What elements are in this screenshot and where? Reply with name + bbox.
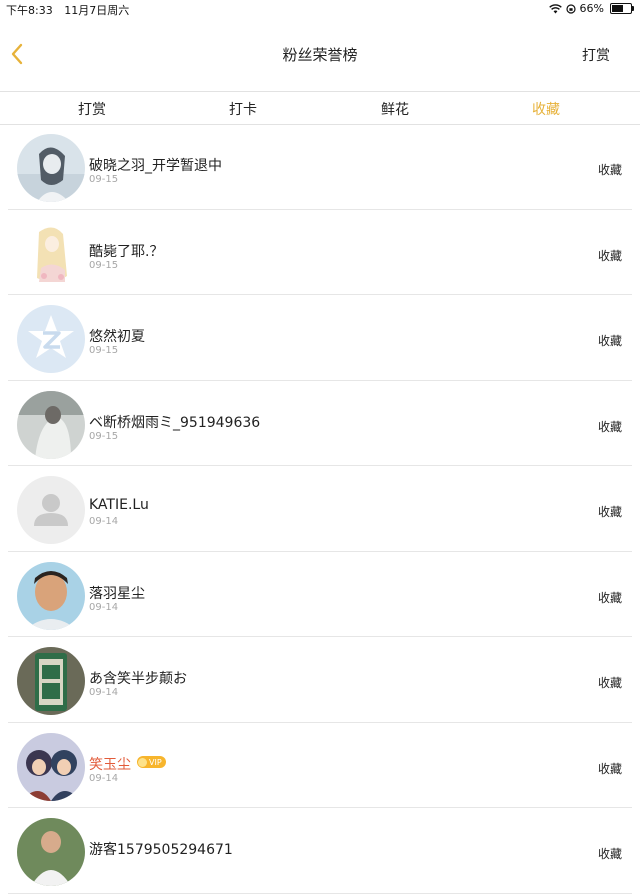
- fan-name: 落羽星尘: [89, 585, 145, 602]
- favorite-label: 收藏: [597, 505, 622, 519]
- fan-list: 破晓之羽_开学暂退中 09-15 收藏 酷毙了耶.？ 09-15 收藏 悠然初夏…: [0, 124, 640, 894]
- fan-row[interactable]: 酷毙了耶.？ 09-15 收藏: [8, 210, 632, 295]
- status-bar: 下午8:33 11月7日周六 66%: [0, 0, 640, 18]
- favorite-label: 收藏: [597, 248, 622, 263]
- fan-name-text: 笑玉尘: [89, 756, 131, 773]
- avatar: [17, 390, 85, 459]
- fan-row[interactable]: 笑玉尘 VIP 09-14 收藏: [8, 723, 632, 808]
- fan-row[interactable]: 游客1579505294671 收藏: [8, 808, 632, 894]
- fan-name: KATIE.Lu: [89, 497, 149, 513]
- page-title: 粉丝荣誉榜: [282, 46, 358, 64]
- fan-row[interactable]: 悠然初夏 09-15 收藏: [8, 295, 632, 381]
- favorite-label: 收藏: [597, 334, 622, 348]
- status-date: 11月7日周六: [64, 4, 130, 17]
- tab-reward[interactable]: 打赏: [78, 99, 106, 119]
- fan-name: 笑玉尘 VIP: [89, 754, 166, 774]
- tab-favorites[interactable]: 收藏: [532, 99, 560, 119]
- fan-name: 酷毙了耶.？: [89, 243, 164, 260]
- tab-checkin[interactable]: 打卡: [229, 99, 257, 119]
- status-time: 下午8:33: [6, 4, 53, 17]
- favorite-label: 收藏: [597, 761, 622, 776]
- avatar: [17, 818, 85, 886]
- fan-date: 09-15: [89, 430, 119, 442]
- vip-crown-icon: [138, 757, 147, 767]
- avatar: [17, 305, 85, 373]
- tab-bar: 打赏 打卡 鲜花 收藏: [0, 91, 640, 125]
- fan-date: 09-14: [89, 687, 119, 698]
- favorite-label: 收藏: [597, 847, 622, 861]
- tab-flowers[interactable]: 鲜花: [381, 99, 409, 119]
- avatar: [17, 561, 85, 630]
- fan-date: 09-15: [89, 174, 119, 185]
- orientation-lock-icon: [565, 3, 576, 14]
- fan-row[interactable]: KATIE.Lu 09-14 收藏: [8, 466, 632, 552]
- status-left: 下午8:33 11月7日周六: [6, 2, 129, 18]
- avatar: [17, 732, 85, 801]
- fan-date: 09-14: [89, 772, 119, 784]
- battery-icon: [610, 3, 634, 14]
- fan-name: あ含笑半步颠お: [89, 671, 187, 687]
- avatar: [17, 647, 85, 715]
- fan-name: 悠然初夏: [89, 329, 145, 345]
- fan-date: 09-15: [89, 259, 119, 271]
- avatar: [17, 134, 85, 202]
- fan-row[interactable]: あ含笑半步颠お 09-14 收藏: [8, 637, 632, 723]
- nav-bar: 粉丝荣誉榜 打赏: [0, 18, 640, 90]
- fan-row[interactable]: ベ断桥烟雨ミ_951949636 09-15 收藏: [8, 381, 632, 466]
- avatar: [17, 476, 85, 544]
- fan-name: ベ断桥烟雨ミ_951949636: [89, 414, 261, 431]
- vip-badge-label: VIP: [149, 757, 162, 767]
- wifi-icon: [548, 3, 562, 13]
- favorite-label: 收藏: [597, 163, 622, 177]
- fan-date: 09-15: [89, 345, 119, 356]
- favorite-label: 收藏: [597, 676, 622, 690]
- fan-row[interactable]: 破晓之羽_开学暂退中 09-15 收藏: [8, 124, 632, 210]
- fan-date: 09-14: [89, 601, 119, 613]
- favorite-label: 收藏: [597, 419, 622, 434]
- fan-date: 09-14: [89, 516, 119, 527]
- avatar: [17, 219, 85, 288]
- fan-name: 破晓之羽_开学暂退中: [89, 158, 222, 174]
- vip-badge: VIP: [137, 756, 166, 768]
- favorite-label: 收藏: [597, 590, 622, 605]
- reward-button[interactable]: 打赏: [582, 45, 610, 65]
- status-right: 66%: [548, 2, 634, 15]
- fan-row[interactable]: 落羽星尘 09-14 收藏: [8, 552, 632, 637]
- fan-name: 游客1579505294671: [89, 842, 233, 858]
- battery-percent: 66%: [579, 2, 604, 15]
